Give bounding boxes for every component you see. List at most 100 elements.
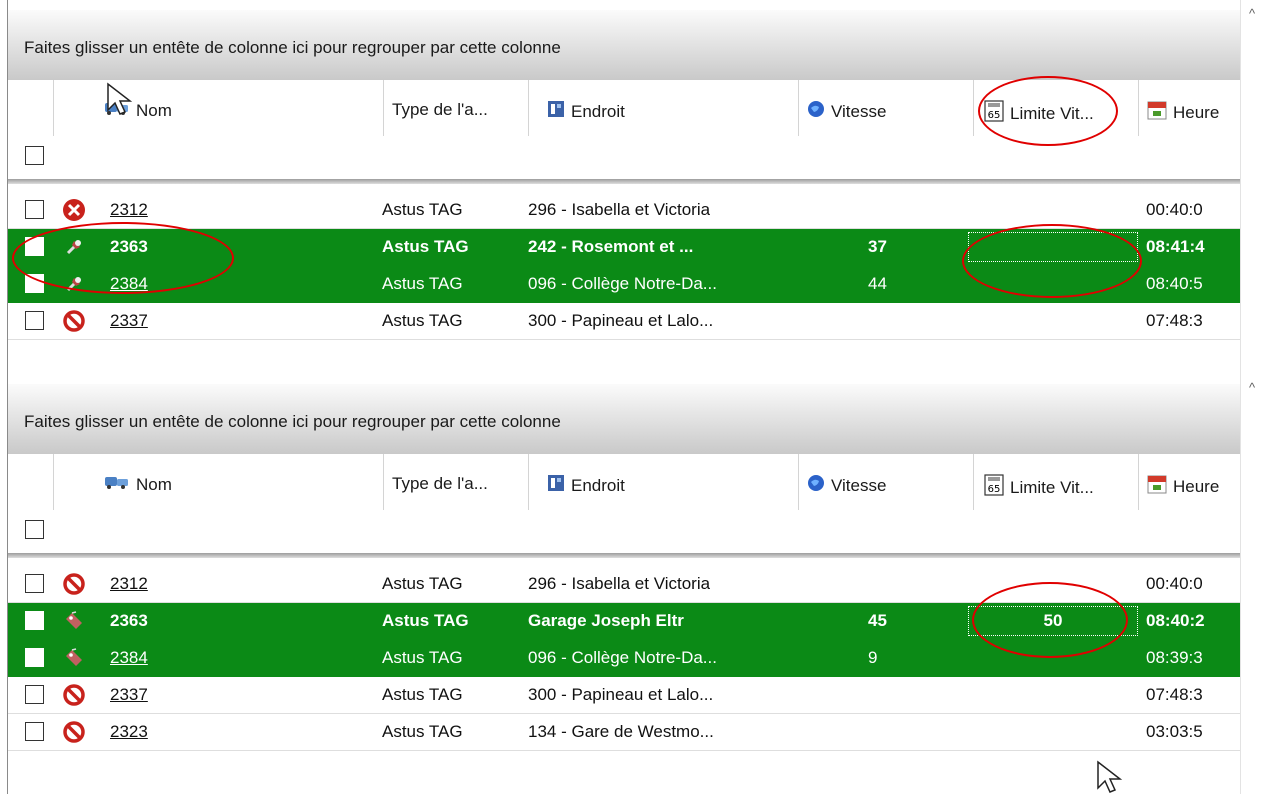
- bus-icon: [104, 100, 130, 121]
- select-all-row: [8, 510, 1240, 552]
- column-label-type: Type de l'a...: [392, 474, 488, 493]
- vehicle-grid-before: ^ Faites glisser un entête de colonne ic…: [0, 0, 1263, 374]
- row-checkbox[interactable]: [25, 722, 44, 741]
- vehicle-time: 07:48:3: [1146, 685, 1203, 704]
- vehicle-speed: 37: [868, 237, 887, 256]
- column-header-type[interactable]: Type de l'a...: [383, 80, 529, 136]
- group-hint-text: Faites glisser un entête de colonne ici …: [24, 412, 561, 431]
- scroll-up-icon[interactable]: ^: [1241, 380, 1263, 395]
- vehicle-name-link[interactable]: 2363: [110, 603, 148, 639]
- vehicle-time: 08:41:4: [1146, 237, 1205, 256]
- vehicle-name-link[interactable]: 2384: [110, 640, 148, 676]
- vehicle-grid-after: ^ Faites glisser un entête de colonne ic…: [0, 374, 1263, 794]
- column-header-speed-limit[interactable]: 65 Limite Vit...: [973, 454, 1139, 510]
- vehicle-place: 296 - Isabella et Victoria: [528, 200, 711, 219]
- calendar-icon: [1147, 474, 1167, 499]
- row-checkbox[interactable]: [25, 237, 44, 256]
- vehicle-place: 134 - Gare de Westmo...: [528, 722, 714, 741]
- tag-icon: [62, 646, 86, 670]
- row-checkbox[interactable]: [25, 200, 44, 219]
- vehicle-place: 242 - Rosemont et ...: [528, 237, 694, 256]
- speed-limit-sign-icon: 65: [984, 100, 1004, 127]
- column-label-time: Heure: [1173, 476, 1220, 496]
- column-header-name[interactable]: Nom: [53, 80, 384, 136]
- table-row[interactable]: 2363 Astus TAG 242 - Rosemont et ... 37 …: [8, 229, 1240, 266]
- vehicle-speed-limit-cell[interactable]: 50: [968, 606, 1138, 636]
- scroll-up-icon[interactable]: ^: [1241, 6, 1263, 21]
- vehicle-time: 00:40:0: [1146, 200, 1203, 219]
- globe-icon: [807, 474, 825, 497]
- vehicle-place: 300 - Papineau et Lalo...: [528, 685, 714, 704]
- svg-text:65: 65: [988, 110, 1001, 121]
- vehicle-place: Garage Joseph Eltr: [528, 611, 684, 630]
- select-all-checkbox[interactable]: [25, 146, 44, 165]
- vehicle-place: 296 - Isabella et Victoria: [528, 574, 711, 593]
- column-header-speed-limit[interactable]: 65 Limite Vit...: [973, 80, 1139, 136]
- select-all-checkbox[interactable]: [25, 520, 44, 539]
- vertical-scrollbar[interactable]: ^: [1240, 374, 1263, 794]
- pin-icon: [62, 235, 86, 259]
- vehicle-name-link[interactable]: 2363: [110, 229, 148, 265]
- vehicle-speed-limit-cell[interactable]: [968, 232, 1138, 262]
- vehicle-type: Astus TAG: [382, 648, 463, 667]
- no-entry-icon: [62, 720, 86, 744]
- column-label-place: Endroit: [571, 101, 625, 121]
- vehicle-time: 08:39:3: [1146, 648, 1203, 667]
- column-header-place[interactable]: Endroit: [528, 80, 799, 136]
- header-checkbox-col: [8, 80, 53, 136]
- tag-icon: [62, 609, 86, 633]
- table-row[interactable]: 2384 Astus TAG 096 - Collège Notre-Da...…: [8, 640, 1240, 677]
- row-checkbox[interactable]: [25, 311, 44, 330]
- column-label-speed-limit: Limite Vit...: [1010, 477, 1094, 497]
- no-entry-icon: [62, 309, 86, 333]
- column-label-speed: Vitesse: [831, 475, 887, 495]
- row-checkbox[interactable]: [25, 685, 44, 704]
- column-label-name: Nom: [136, 474, 172, 494]
- building-icon: [547, 474, 565, 497]
- vehicle-type: Astus TAG: [382, 685, 463, 704]
- table-row[interactable]: 2312 Astus TAG 296 - Isabella et Victori…: [8, 192, 1240, 229]
- vehicle-type: Astus TAG: [382, 574, 463, 593]
- row-checkbox[interactable]: [25, 274, 44, 293]
- table-row[interactable]: 2323 Astus TAG 134 - Gare de Westmo... 0…: [8, 714, 1240, 751]
- column-header-time[interactable]: Heure: [1138, 454, 1241, 510]
- column-header-type[interactable]: Type de l'a...: [383, 454, 529, 510]
- vehicle-name-link[interactable]: 2312: [110, 192, 148, 228]
- vehicle-time: 03:03:5: [1146, 722, 1203, 741]
- column-header-speed[interactable]: Vitesse: [798, 454, 974, 510]
- speed-limit-sign-icon: 65: [984, 474, 1004, 501]
- vehicle-name-link[interactable]: 2337: [110, 303, 148, 339]
- vehicle-place: 096 - Collège Notre-Da...: [528, 648, 717, 667]
- column-header-time[interactable]: Heure: [1138, 80, 1241, 136]
- table-row[interactable]: 2337 Astus TAG 300 - Papineau et Lalo...…: [8, 677, 1240, 714]
- calendar-icon: [1147, 100, 1167, 125]
- group-by-area[interactable]: Faites glisser un entête de colonne ici …: [8, 10, 1240, 80]
- vehicle-name-link[interactable]: 2323: [110, 714, 148, 750]
- vehicle-name-link[interactable]: 2337: [110, 677, 148, 713]
- vehicle-name-link[interactable]: 2312: [110, 566, 148, 602]
- vehicle-type: Astus TAG: [382, 200, 463, 219]
- vertical-scrollbar[interactable]: ^: [1240, 0, 1263, 374]
- vehicle-name-link[interactable]: 2384: [110, 266, 148, 302]
- column-header-row: Nom Type de l'a... Endroit Vitesse 65 Li…: [8, 454, 1240, 510]
- table-row[interactable]: 2312 Astus TAG 296 - Isabella et Victori…: [8, 566, 1240, 603]
- group-by-area[interactable]: Faites glisser un entête de colonne ici …: [8, 384, 1240, 454]
- vehicle-time: 08:40:2: [1146, 611, 1205, 630]
- table-row[interactable]: 2337 Astus TAG 300 - Papineau et Lalo...…: [8, 303, 1240, 340]
- column-header-place[interactable]: Endroit: [528, 454, 799, 510]
- vehicle-place: 300 - Papineau et Lalo...: [528, 311, 714, 330]
- table-row[interactable]: 2363 Astus TAG Garage Joseph Eltr 45 50 …: [8, 603, 1240, 640]
- vehicle-time: 07:48:3: [1146, 311, 1203, 330]
- column-label-time: Heure: [1173, 102, 1220, 122]
- column-header-name[interactable]: Nom: [53, 454, 384, 510]
- vehicle-type: Astus TAG: [382, 237, 469, 256]
- pin-icon: [62, 272, 86, 296]
- row-checkbox[interactable]: [25, 648, 44, 667]
- row-checkbox[interactable]: [25, 611, 44, 630]
- table-row[interactable]: 2384 Astus TAG 096 - Collège Notre-Da...…: [8, 266, 1240, 303]
- row-checkbox[interactable]: [25, 574, 44, 593]
- column-label-type: Type de l'a...: [392, 100, 488, 119]
- vehicle-rows: 2312 Astus TAG 296 - Isabella et Victori…: [8, 192, 1240, 340]
- bus-icon: [104, 474, 130, 495]
- column-header-speed[interactable]: Vitesse: [798, 80, 974, 136]
